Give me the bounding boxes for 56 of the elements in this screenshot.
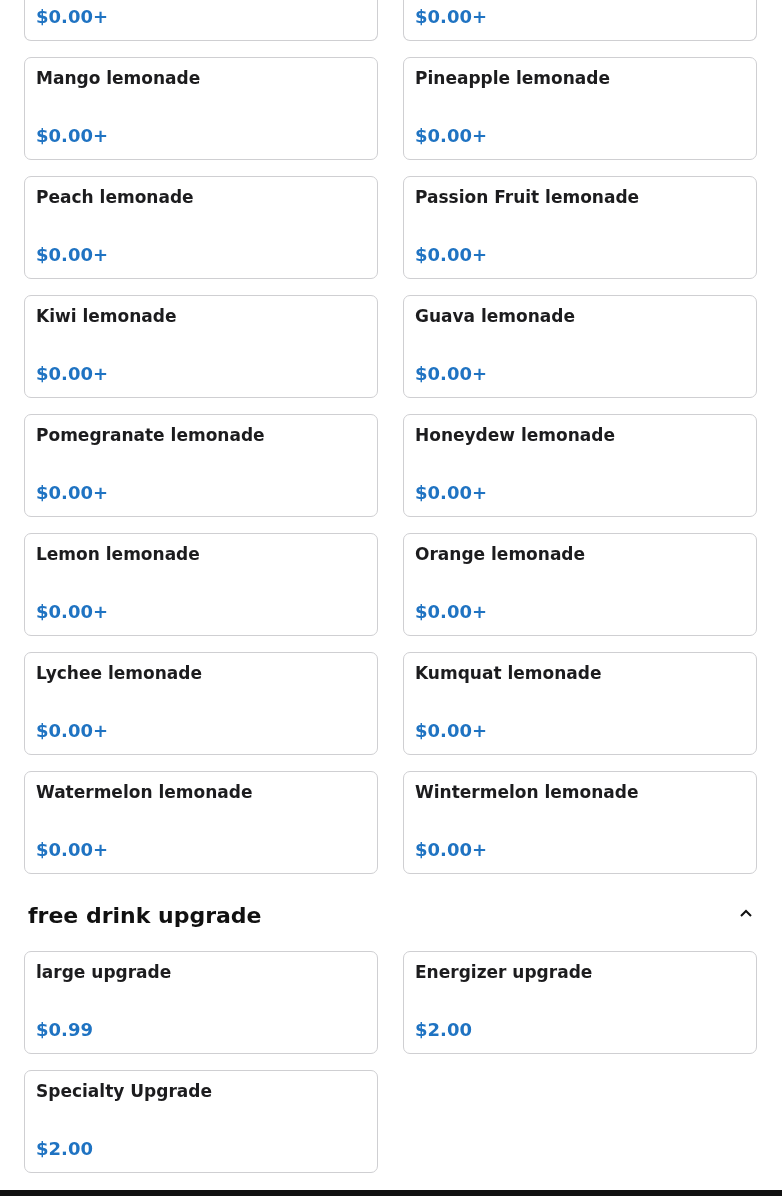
- item-name: Watermelon lemonade: [36, 782, 253, 802]
- item-card[interactable]: Guava lemonade $0.00+: [403, 295, 757, 398]
- item-name: Energizer upgrade: [415, 962, 593, 982]
- item-name: Pineapple lemonade: [415, 68, 611, 88]
- item-name: Pomegranate lemonade: [36, 425, 265, 445]
- item-price: $0.00+: [415, 126, 488, 146]
- item-card[interactable]: Energizer upgrade $2.00: [403, 951, 757, 1054]
- item-name: Orange lemonade: [415, 544, 586, 564]
- item-name: Lemon lemonade: [36, 544, 200, 564]
- item-card[interactable]: Kiwi lemonade $0.00+: [24, 295, 378, 398]
- item-price: $0.00+: [36, 602, 109, 622]
- item-card[interactable]: Kumquat lemonade $0.00+: [403, 652, 757, 755]
- item-card[interactable]: Lemon lemonade $0.00+: [24, 533, 378, 636]
- item-name: Specialty Upgrade: [36, 1081, 212, 1101]
- item-card[interactable]: Watermelon lemonade $0.00+: [24, 771, 378, 874]
- item-price: $0.00+: [36, 126, 109, 146]
- item-price: $0.00+: [415, 7, 488, 27]
- item-card[interactable]: Mango lemonade $0.00+: [24, 57, 378, 160]
- item-name: Passion Fruit lemonade: [415, 187, 640, 207]
- item-price: $2.00: [415, 1020, 472, 1040]
- item-price: $0.00+: [36, 7, 109, 27]
- section-title: free drink upgrade: [28, 902, 262, 930]
- item-price: $0.00+: [415, 721, 488, 741]
- item-price: $0.00+: [36, 483, 109, 503]
- item-name: Guava lemonade: [415, 306, 576, 326]
- item-card[interactable]: $0.00+: [403, 0, 757, 41]
- item-card[interactable]: Specialty Upgrade $2.00: [24, 1070, 378, 1173]
- item-name: Kumquat lemonade: [415, 663, 602, 683]
- item-name: large upgrade: [36, 962, 172, 982]
- item-card[interactable]: Lychee lemonade $0.00+: [24, 652, 378, 755]
- item-price: $0.00+: [415, 602, 488, 622]
- item-card[interactable]: $0.00+: [24, 0, 378, 41]
- item-name: Peach lemonade: [36, 187, 194, 207]
- item-price: $0.00+: [36, 245, 109, 265]
- item-price: $0.00+: [36, 840, 109, 860]
- item-price: $0.00+: [36, 721, 109, 741]
- item-price: $0.00+: [415, 840, 488, 860]
- item-price: $2.00: [36, 1139, 93, 1159]
- item-name: Honeydew lemonade: [415, 425, 615, 445]
- item-price: $0.99: [36, 1020, 93, 1040]
- item-name: Wintermelon lemonade: [415, 782, 639, 802]
- item-card[interactable]: Pomegranate lemonade $0.00+: [24, 414, 378, 517]
- item-card[interactable]: Honeydew lemonade $0.00+: [403, 414, 757, 517]
- item-price: $0.00+: [36, 364, 109, 384]
- item-name: Kiwi lemonade: [36, 306, 177, 326]
- item-card[interactable]: large upgrade $0.99: [24, 951, 378, 1054]
- item-name: Mango lemonade: [36, 68, 201, 88]
- item-price: $0.00+: [415, 245, 488, 265]
- item-price: $0.00+: [415, 483, 488, 503]
- item-name: Lychee lemonade: [36, 663, 202, 683]
- item-card[interactable]: Pineapple lemonade $0.00+: [403, 57, 757, 160]
- item-card[interactable]: Passion Fruit lemonade $0.00+: [403, 176, 757, 279]
- item-card[interactable]: Peach lemonade $0.00+: [24, 176, 378, 279]
- item-card[interactable]: Orange lemonade $0.00+: [403, 533, 757, 636]
- item-price: $0.00+: [415, 364, 488, 384]
- item-card[interactable]: Wintermelon lemonade $0.00+: [403, 771, 757, 874]
